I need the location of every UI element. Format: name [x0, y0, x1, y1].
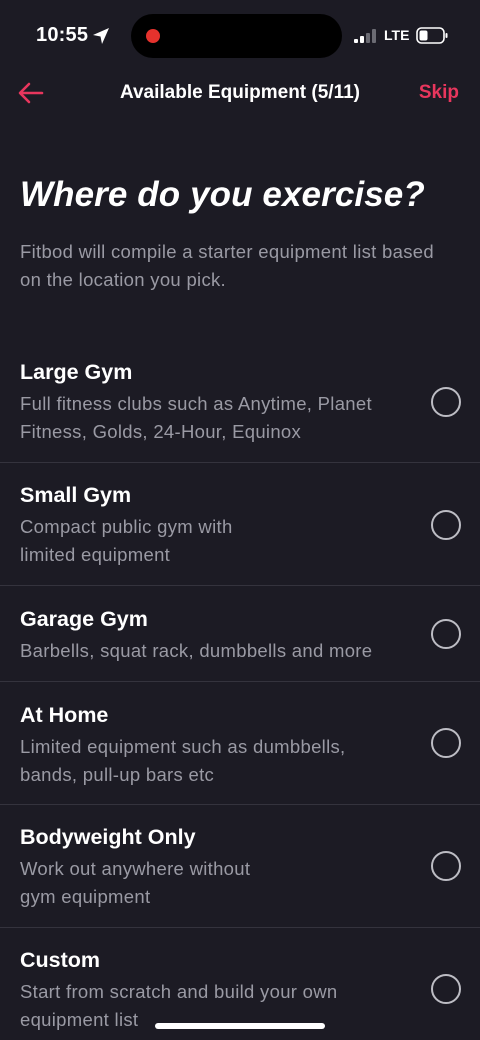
option-large-gym[interactable]: Large Gym Full fitness clubs such as Any… — [0, 340, 480, 463]
home-indicator[interactable] — [155, 1023, 325, 1029]
location-arrow-icon — [93, 28, 109, 44]
option-title: At Home — [20, 703, 109, 727]
recording-dot-icon — [146, 29, 160, 43]
battery-icon — [416, 27, 448, 44]
radio-button[interactable] — [431, 974, 461, 1004]
option-description: Limited equipment such as dumbbells, ban… — [20, 733, 430, 788]
option-description-line: Compact public gym with — [20, 516, 233, 537]
option-bodyweight-only[interactable]: Bodyweight Only Work out anywhere withou… — [0, 805, 480, 928]
option-small-gym[interactable]: Small Gym Compact public gym with limite… — [0, 463, 480, 586]
option-title: Garage Gym — [20, 607, 148, 631]
option-description-line: Fitness, Golds, 24-Hour, Equinox — [20, 420, 302, 442]
option-description-line: Limited equipment such as dumbbells, — [20, 736, 346, 757]
option-title: Bodyweight Only — [20, 825, 196, 849]
option-title: Custom — [20, 948, 101, 972]
radio-button[interactable] — [431, 510, 461, 540]
radio-button[interactable] — [431, 387, 461, 417]
option-title: Large Gym — [20, 360, 133, 384]
option-description: Work out anywhere without gym equipment — [20, 855, 430, 910]
option-description-line: Barbells, squat rack, dumbbells and more — [20, 640, 373, 661]
option-description: Barbells, squat rack, dumbbells and more — [20, 637, 430, 665]
option-description-line: Full fitness clubs such as Anytime, Plan… — [20, 393, 372, 414]
option-title: Small Gym — [20, 483, 132, 507]
radio-button[interactable] — [431, 619, 461, 649]
radio-button[interactable] — [431, 728, 461, 758]
page-subtitle: Fitbod will compile a starter equipment … — [20, 241, 434, 290]
option-custom[interactable]: Custom Start from scratch and build your… — [0, 928, 480, 1038]
header-title: Available Equipment (5/11) — [119, 82, 361, 103]
option-description-line: Start from scratch and build your own — [20, 981, 338, 1002]
option-description-line: Work out anywhere without — [20, 858, 251, 879]
radio-button[interactable] — [431, 851, 461, 881]
skip-button[interactable]: Skip — [419, 82, 459, 104]
status-time: 10:55 — [36, 24, 89, 46]
option-at-home[interactable]: At Home Limited equipment such as dumbbe… — [0, 682, 480, 805]
signal-bars-icon — [354, 29, 376, 43]
option-description-line: bands, pull-up bars etc — [20, 763, 215, 785]
option-description: Compact public gym with limited equipmen… — [20, 513, 430, 568]
status-bar: 10:55 LTE — [0, 0, 480, 72]
nav-header: Available Equipment (5/11) Skip — [0, 72, 480, 116]
location-options-list: Large Gym Full fitness clubs such as Any… — [0, 340, 480, 1038]
option-garage-gym[interactable]: Garage Gym Barbells, squat rack, dumbbel… — [0, 586, 480, 682]
dynamic-island — [131, 14, 342, 58]
network-type: LTE — [384, 27, 410, 43]
page-title: Where do you exercise? — [20, 175, 425, 214]
option-description: Full fitness clubs such as Anytime, Plan… — [20, 390, 430, 445]
option-description-line: gym equipment — [20, 885, 151, 907]
option-description-line: limited equipment — [20, 543, 171, 565]
